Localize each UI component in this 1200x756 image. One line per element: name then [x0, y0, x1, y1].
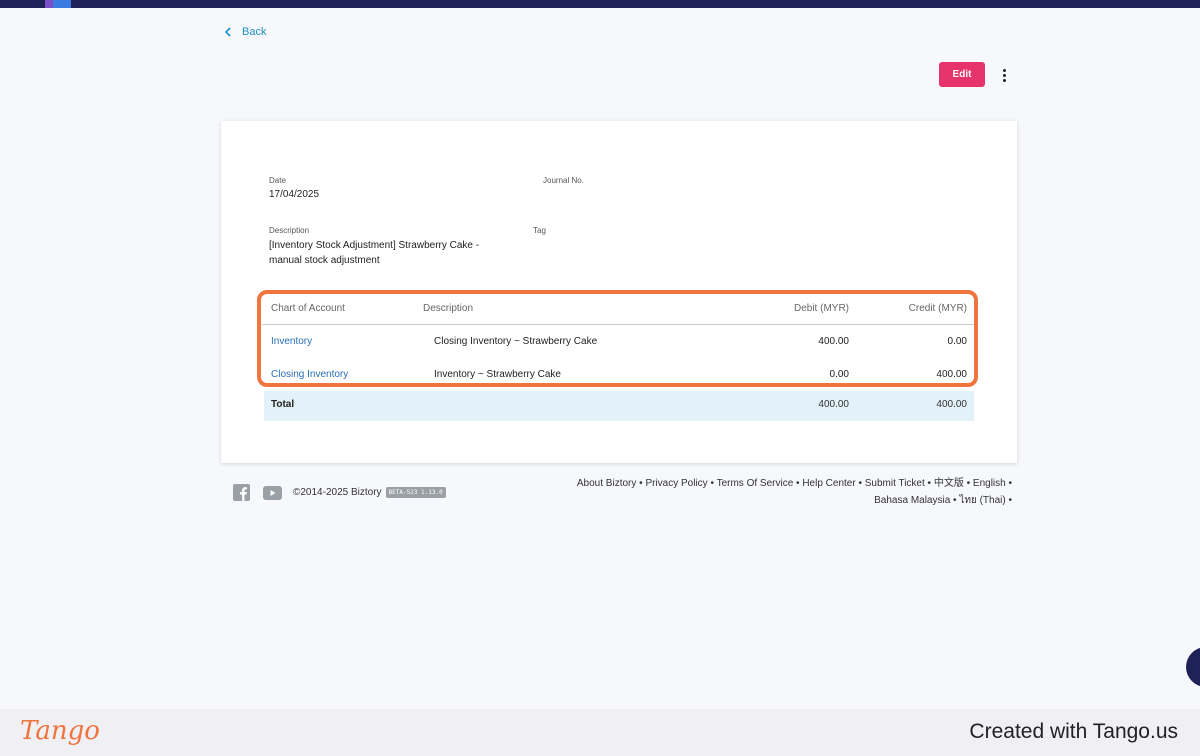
description-line-1: [Inventory Stock Adjustment] Strawberry …	[269, 240, 480, 251]
version-badge: BETA-523 1.13.0	[385, 487, 446, 498]
col-header-account: Chart of Account	[271, 303, 345, 314]
row-2-account-link[interactable]: Closing Inventory	[271, 369, 348, 380]
footer-link-about[interactable]: About Biztory	[577, 478, 636, 489]
col-header-credit: Credit (MYR)	[908, 303, 967, 314]
footer-link-ticket[interactable]: Submit Ticket	[865, 478, 925, 489]
description-label: Description	[269, 226, 310, 235]
col-header-debit: Debit (MYR)	[793, 303, 849, 314]
footer-separator: •	[963, 478, 973, 489]
back-link[interactable]: Back	[224, 26, 266, 38]
row-2-debit: 0.00	[829, 369, 849, 380]
back-label: Back	[242, 26, 267, 38]
col-header-description: Description	[423, 303, 474, 314]
footer-separator: •	[1005, 495, 1012, 506]
nav-accent-2	[53, 0, 71, 8]
row-1-account-link[interactable]: Inventory	[271, 336, 312, 347]
date-label: Date	[269, 176, 286, 185]
total-credit: 400.00	[936, 399, 967, 410]
total-label: Total	[271, 399, 295, 410]
help-widget-button[interactable]	[1186, 647, 1200, 687]
footer-separator: •	[855, 478, 865, 489]
copyright: ©2014-2025 Biztory BETA-523 1.13.0	[293, 487, 446, 498]
date-value: 17/04/2025	[269, 189, 320, 200]
footer-separator: •	[1005, 478, 1012, 489]
row-1-debit: 400.00	[818, 336, 849, 347]
footer-link-terms[interactable]: Terms Of Service	[717, 478, 794, 489]
tag-label: Tag	[533, 226, 546, 235]
footer-separator: •	[793, 478, 803, 489]
header-divider	[262, 324, 974, 325]
footer-link-thai[interactable]: ไทย (Thai)	[959, 495, 1005, 506]
journal-no-label: Journal No.	[543, 176, 584, 185]
footer-separator: •	[950, 495, 960, 506]
row-1-credit: 0.00	[947, 336, 967, 347]
youtube-icon[interactable]	[263, 486, 282, 500]
row-2-credit: 400.00	[936, 369, 967, 380]
row-2-description: Inventory ~ Strawberry Cake	[434, 369, 561, 380]
chevron-left-icon	[224, 27, 231, 37]
footer-link-malay[interactable]: Bahasa Malaysia	[874, 495, 950, 506]
description-line-2: manual stock adjustment	[269, 255, 380, 266]
tango-credit: Created with Tango.us	[969, 720, 1178, 743]
footer-links: About Biztory • Privacy Policy • Terms O…	[562, 475, 1012, 509]
footer-separator: •	[707, 478, 717, 489]
tango-logo: Tango	[20, 716, 100, 746]
footer-link-privacy[interactable]: Privacy Policy	[645, 478, 707, 489]
top-nav-bar	[0, 0, 1200, 8]
footer-link-help[interactable]: Help Center	[802, 478, 855, 489]
footer-link-english[interactable]: English	[973, 478, 1006, 489]
row-1-description: Closing Inventory ~ Strawberry Cake	[434, 336, 598, 347]
footer-separator: •	[924, 478, 934, 489]
copyright-text: ©2014-2025 Biztory	[293, 487, 382, 498]
edit-button[interactable]: Edit	[939, 62, 985, 87]
total-debit: 400.00	[818, 399, 849, 410]
footer-link-chinese[interactable]: 中文版	[934, 478, 964, 489]
facebook-icon[interactable]	[233, 484, 250, 501]
kebab-menu-icon[interactable]	[998, 66, 1010, 84]
